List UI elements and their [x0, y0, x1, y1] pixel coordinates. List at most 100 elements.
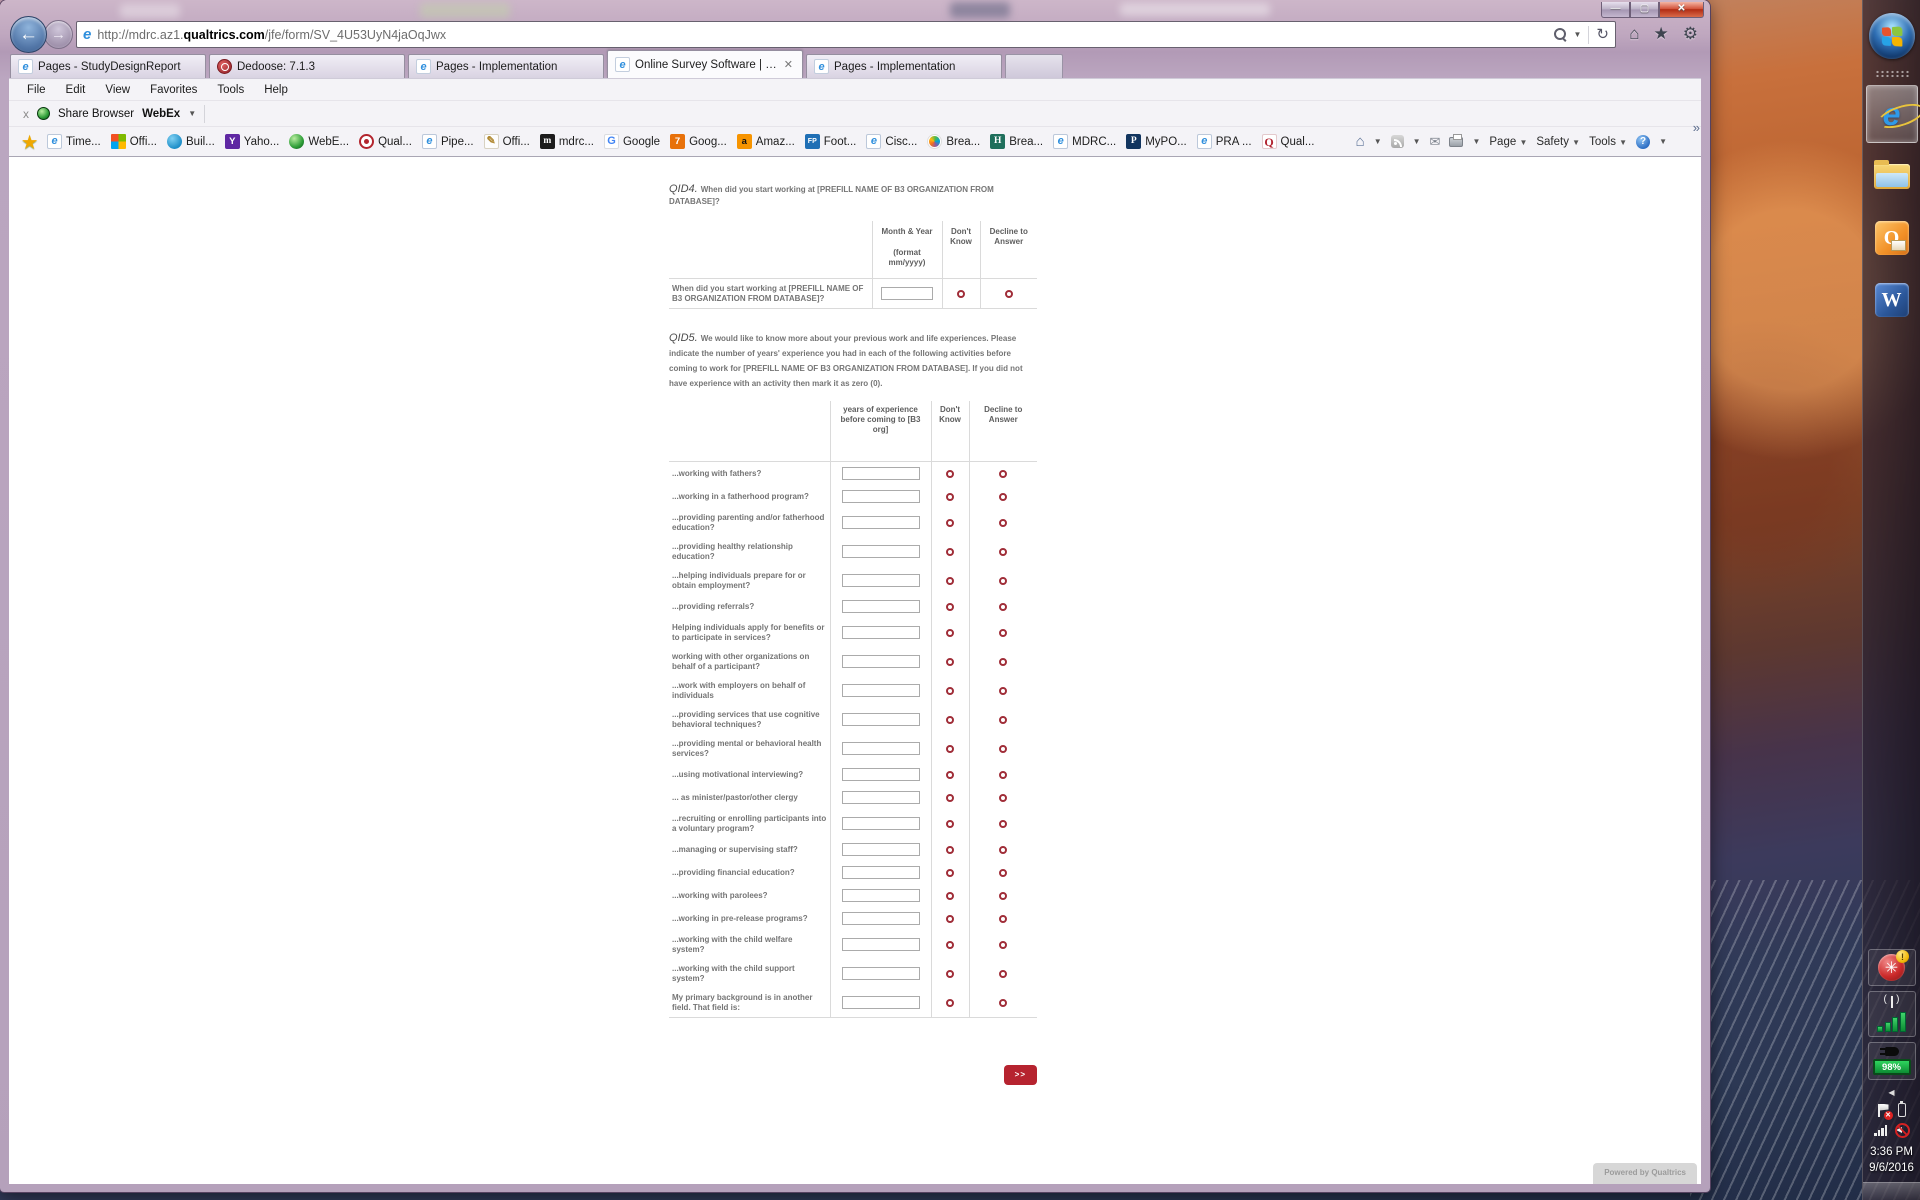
decline-radio[interactable]	[999, 686, 1008, 695]
menu-file[interactable]: File	[17, 84, 56, 96]
decline-radio[interactable]	[999, 845, 1008, 854]
back-button[interactable]: ←	[10, 16, 47, 53]
decline-radio[interactable]	[999, 868, 1008, 877]
tray-power[interactable]: 98%	[1867, 1042, 1916, 1080]
years-input[interactable]	[841, 490, 920, 503]
favorite-item[interactable]: e MDRC...	[1048, 134, 1121, 149]
browser-tab[interactable]: e Pages - Implementation	[806, 54, 1002, 78]
webex-menu[interactable]: WebEx	[142, 108, 180, 120]
dont-know-radio[interactable]	[946, 744, 954, 753]
years-input[interactable]	[841, 545, 920, 558]
dont-know-radio[interactable]	[946, 492, 954, 501]
dont-know-radio[interactable]	[946, 969, 954, 978]
dont-know-radio[interactable]	[946, 715, 954, 724]
volume-muted-icon[interactable]	[1895, 1123, 1910, 1138]
decline-radio[interactable]	[999, 914, 1008, 923]
decline-radio[interactable]	[999, 969, 1008, 978]
years-input[interactable]	[841, 967, 920, 980]
years-input[interactable]	[841, 866, 920, 879]
years-input[interactable]	[841, 768, 920, 781]
decline-radio[interactable]	[999, 469, 1008, 478]
favorite-item[interactable]: e Cisc...	[861, 134, 922, 149]
favorite-item[interactable]: Brea...	[922, 134, 985, 149]
tools-menu[interactable]: Tools ▼	[1589, 136, 1627, 148]
years-input[interactable]	[841, 600, 920, 613]
action-center-flag-icon[interactable]: ✕	[1877, 1103, 1893, 1120]
favorites-star-icon[interactable]: ★	[1654, 24, 1669, 44]
years-input[interactable]	[841, 938, 920, 951]
favorite-item[interactable]: ✎ Offi...	[479, 134, 535, 149]
years-input[interactable]	[841, 889, 920, 902]
decline-radio[interactable]	[999, 998, 1008, 1007]
browser-tab[interactable]: e Pages - Implementation	[408, 54, 604, 78]
toolbar-overflow-chevron[interactable]: »	[1693, 120, 1700, 135]
menu-tools[interactable]: Tools	[207, 84, 254, 96]
menu-edit[interactable]: Edit	[56, 84, 96, 96]
favorite-item[interactable]: e Time...	[42, 134, 106, 149]
tab-close-icon[interactable]: ✕	[782, 58, 795, 71]
qid4-decline-radio[interactable]	[1004, 289, 1013, 298]
dont-know-radio[interactable]	[946, 940, 954, 949]
taskbar-windows-explorer[interactable]	[1866, 147, 1918, 205]
dont-know-radio[interactable]	[946, 793, 954, 802]
browser-tab[interactable]: e Pages - StudyDesignReport	[10, 54, 206, 78]
print-caret-icon[interactable]: ▼	[1472, 137, 1480, 146]
decline-radio[interactable]	[999, 518, 1008, 527]
menu-view[interactable]: View	[95, 84, 140, 96]
favorite-item[interactable]: G Google	[599, 134, 665, 149]
home-caret-icon[interactable]: ▼	[1374, 137, 1382, 146]
decline-radio[interactable]	[999, 492, 1008, 501]
next-button[interactable]: >>	[1003, 1065, 1037, 1085]
add-favorite-button[interactable]: ★	[17, 134, 42, 151]
read-mail-icon[interactable]: ✉	[1430, 134, 1441, 150]
tray-wireless-meter[interactable]	[1867, 991, 1916, 1037]
help-caret-icon[interactable]: ▼	[1659, 137, 1667, 146]
years-input[interactable]	[841, 742, 920, 755]
decline-radio[interactable]	[999, 770, 1008, 779]
refresh-icon[interactable]: ↻	[1596, 27, 1609, 42]
favorite-item[interactable]: 7 Goog...	[665, 134, 732, 149]
years-input[interactable]	[841, 516, 920, 529]
safety-menu[interactable]: Safety ▼	[1536, 136, 1580, 148]
favorite-item[interactable]: Buil...	[162, 134, 220, 149]
home-icon[interactable]: ⌂	[1629, 24, 1639, 44]
dont-know-radio[interactable]	[946, 891, 954, 900]
dont-know-radio[interactable]	[946, 602, 954, 611]
new-tab-stub[interactable]	[1005, 54, 1063, 78]
years-input[interactable]	[841, 912, 920, 925]
favorite-item[interactable]: P MyPO...	[1121, 134, 1192, 149]
years-input[interactable]	[841, 467, 920, 480]
decline-radio[interactable]	[999, 891, 1008, 900]
dont-know-radio[interactable]	[946, 868, 954, 877]
battery-small-icon[interactable]	[1897, 1101, 1906, 1117]
favorite-item[interactable]: Qual...	[354, 134, 417, 149]
decline-radio[interactable]	[999, 628, 1008, 637]
page-menu[interactable]: Page ▼	[1489, 136, 1527, 148]
browser-tab[interactable]: Dedoose: 7.1.3	[209, 54, 405, 78]
decline-radio[interactable]	[999, 819, 1008, 828]
rss-feed-icon[interactable]	[1390, 135, 1404, 148]
decline-radio[interactable]	[999, 547, 1008, 556]
url-text[interactable]: http://mdrc.az1.qualtrics.com/jfe/form/S…	[97, 28, 1547, 42]
dont-know-radio[interactable]	[946, 770, 954, 779]
favorite-item[interactable]: m mdrc...	[535, 134, 599, 149]
dont-know-radio[interactable]	[946, 469, 954, 478]
years-input[interactable]	[841, 626, 920, 639]
address-bar[interactable]: e http://mdrc.az1.qualtrics.com/jfe/form…	[76, 21, 1616, 48]
show-hidden-icons-button[interactable]: ◀	[1888, 1088, 1894, 1097]
settings-gear-icon[interactable]: ⚙	[1683, 24, 1698, 44]
tray-notification-app[interactable]: !	[1867, 949, 1916, 986]
favorite-item[interactable]: H Brea...	[985, 134, 1048, 149]
decline-radio[interactable]	[999, 744, 1008, 753]
taskbar-clock[interactable]: 3:36 PM 9/6/2016	[1869, 1144, 1914, 1176]
decline-radio[interactable]	[999, 576, 1008, 585]
taskbar-word[interactable]: W	[1866, 271, 1918, 329]
search-icon[interactable]	[1553, 28, 1567, 41]
search-dropdown-caret[interactable]: ▼	[1574, 30, 1582, 39]
decline-radio[interactable]	[999, 940, 1008, 949]
favorite-item[interactable]: FP Foot...	[800, 134, 862, 149]
share-browser-button[interactable]: Share Browser	[58, 108, 134, 120]
forward-button[interactable]: →	[44, 20, 73, 49]
years-input[interactable]	[841, 574, 920, 587]
taskbar-internet-explorer[interactable]: e	[1865, 85, 1918, 143]
